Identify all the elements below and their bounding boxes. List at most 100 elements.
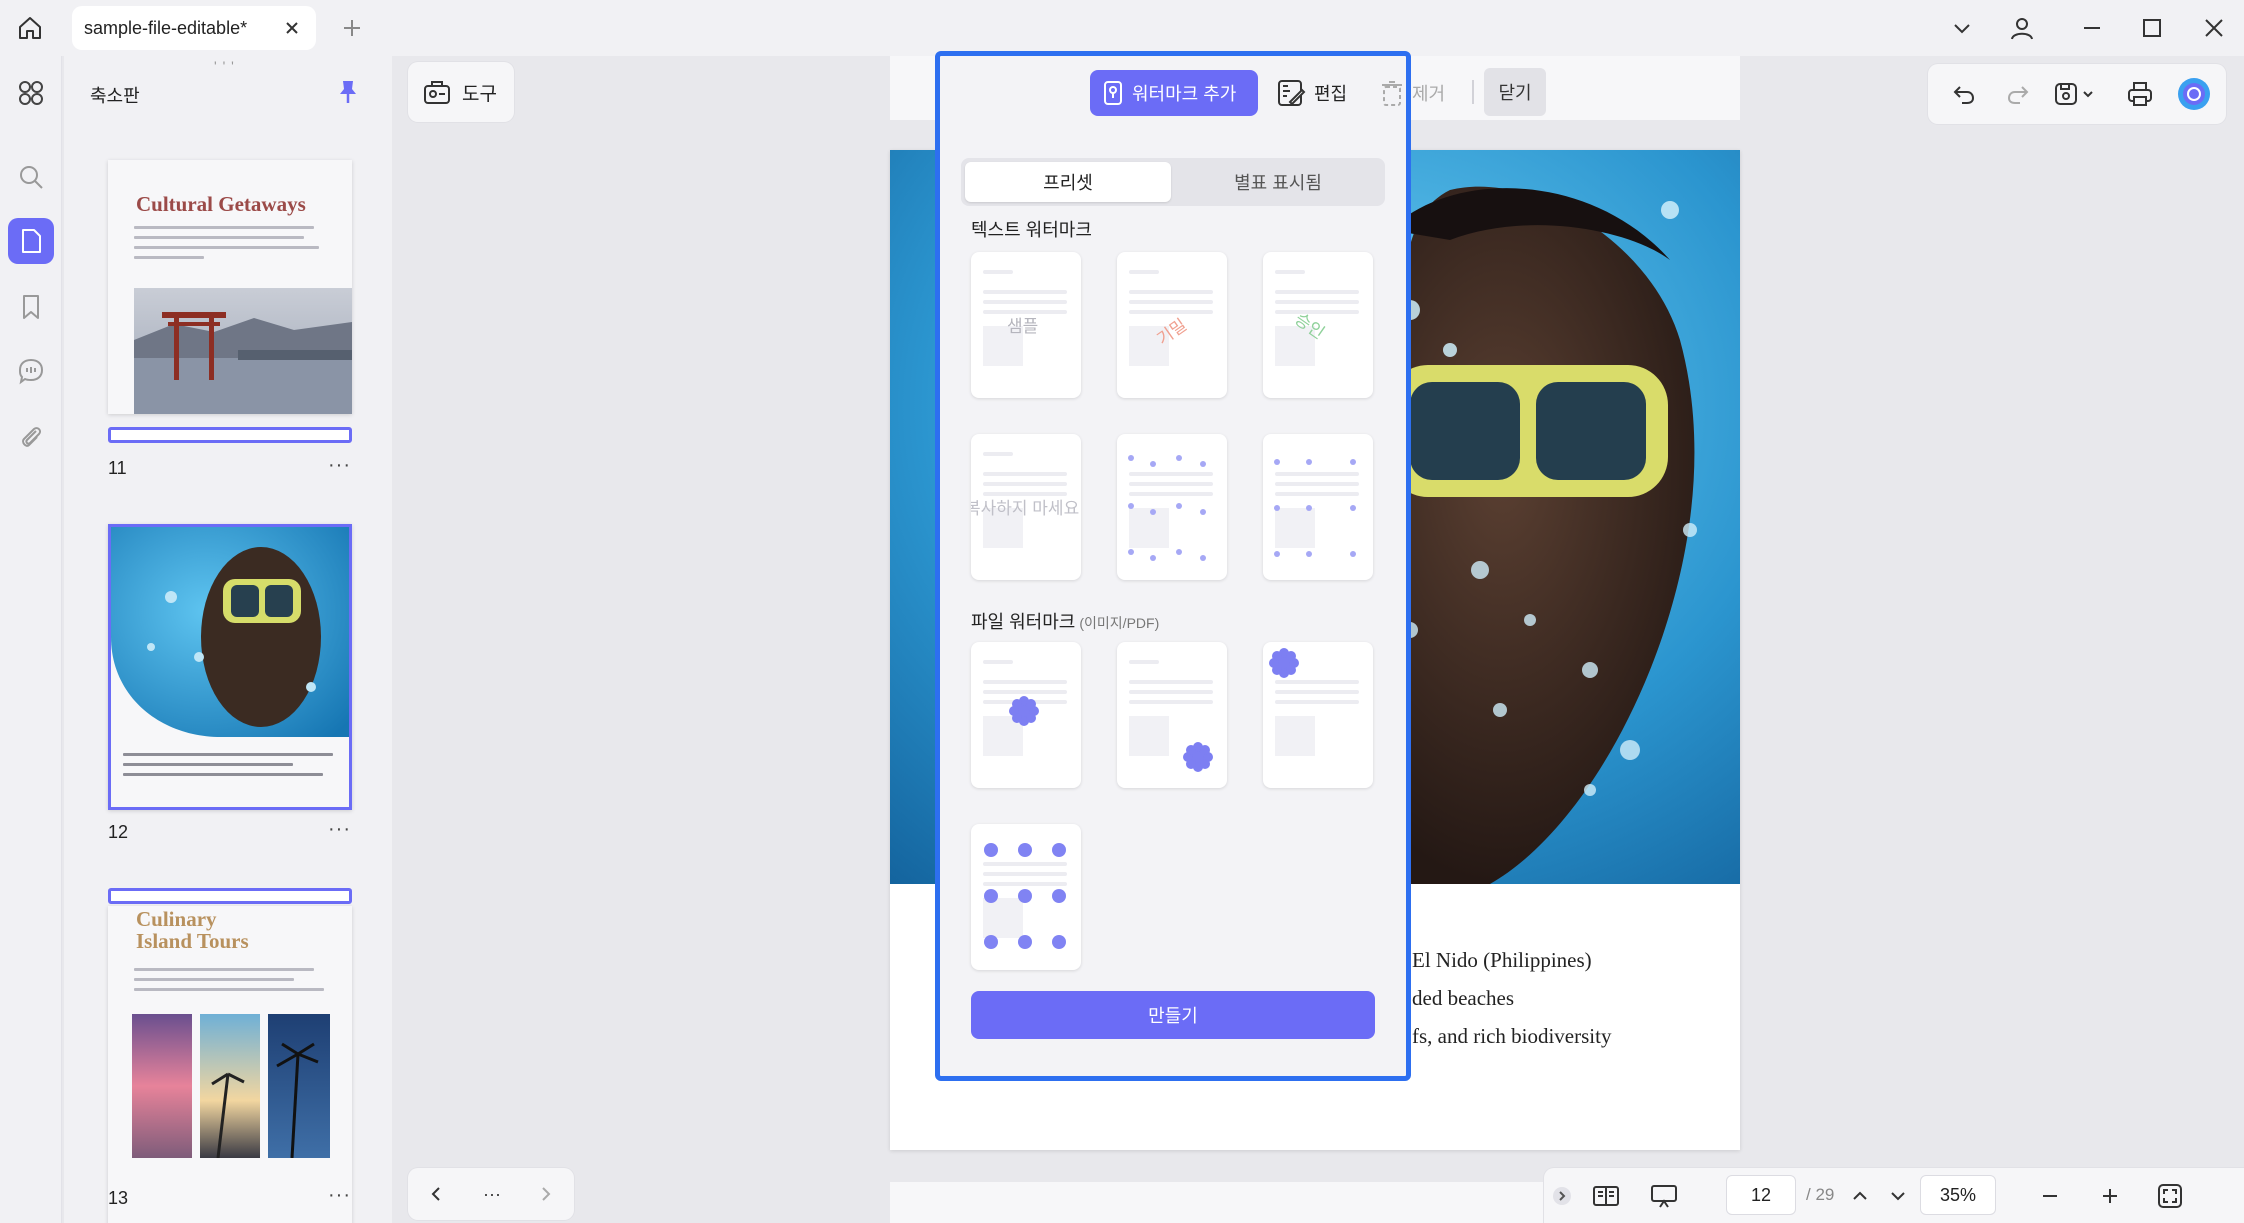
apps-button[interactable] <box>8 70 54 116</box>
preset-text-confidential[interactable]: 기밀 <box>1117 252 1227 398</box>
page-number: 13 <box>108 1188 129 1208</box>
home-button[interactable] <box>10 8 50 48</box>
page-more-button[interactable]: ··· <box>328 454 351 477</box>
zoom-in-button[interactable] <box>2090 1176 2130 1216</box>
thumbnail-page-13[interactable]: Culinary Island Tours <box>108 906 352 1223</box>
current-page-input[interactable] <box>1726 1175 1796 1215</box>
redo-icon <box>2007 86 2029 104</box>
chevron-right-circle-icon <box>1553 1187 1571 1205</box>
trash-icon <box>1382 81 1402 106</box>
zoom-out-button[interactable] <box>2030 1176 2070 1216</box>
preset-text-tiled-2[interactable] <box>1263 434 1373 580</box>
thumbnail-divider <box>108 427 352 443</box>
tab-list-button[interactable] <box>1942 8 1982 48</box>
preset-image-top-left[interactable] <box>1263 642 1373 788</box>
flower-icon <box>1183 742 1213 772</box>
next-page-button[interactable] <box>1878 1176 1918 1216</box>
tiled-pattern <box>1128 455 1206 561</box>
bookmarks-button[interactable] <box>8 284 54 330</box>
preset-image-tiled[interactable] <box>971 824 1081 970</box>
watermark-icon <box>1104 81 1122 105</box>
page-layout-button[interactable] <box>1586 1176 1626 1216</box>
next-button[interactable] <box>526 1174 566 1214</box>
search-icon <box>20 166 43 189</box>
more-button[interactable]: ··· <box>472 1174 512 1214</box>
presentation-button[interactable] <box>1644 1176 1684 1216</box>
preset-text-do-not-copy[interactable]: 복사하지 마세요 <box>971 434 1081 580</box>
comment-icon <box>18 358 44 385</box>
thumbnail-divider <box>108 888 352 904</box>
close-window-button[interactable] <box>2194 8 2234 48</box>
save-options-button[interactable] <box>2076 74 2100 114</box>
attachments-button[interactable] <box>8 414 54 460</box>
tab-presets[interactable]: 프리셋 <box>965 162 1171 202</box>
preset-text-tiled[interactable] <box>1117 434 1227 580</box>
panel-title: 축소판 <box>90 86 140 106</box>
preset-image-bottom-right[interactable] <box>1117 642 1227 788</box>
create-button[interactable]: 만들기 <box>971 991 1375 1039</box>
add-watermark-button[interactable]: 워터마크 추가 <box>1090 70 1258 116</box>
redo-button[interactable] <box>1998 74 2038 114</box>
thumbnail-heading: Cultural Getaways <box>136 192 306 216</box>
undo-button[interactable] <box>1944 74 1984 114</box>
close-icon <box>2205 19 2223 37</box>
page-number: 11 <box>108 458 127 478</box>
home-icon <box>19 17 41 39</box>
watermark-toolbar: 워터마크 추가 편집 제거 <box>940 56 1445 116</box>
tools-button[interactable]: 도구 <box>408 62 514 122</box>
chevron-left-icon <box>431 1187 440 1201</box>
user-icon <box>2011 18 2033 40</box>
watermark-tabs: 프리셋 별표 표시됨 <box>961 158 1385 206</box>
thumbnails-button[interactable] <box>8 218 54 264</box>
thumbnail-page-11[interactable]: Cultural Getaways <box>108 160 352 414</box>
print-button[interactable] <box>2120 74 2160 114</box>
collapse-statusbar-button[interactable] <box>1548 1176 1576 1216</box>
undo-icon <box>1953 86 1975 104</box>
document-text-line: ded beaches <box>1412 986 1515 1010</box>
thumbnail-panel: ' ' ' 축소판 Cultural Getaways 11 ··· 12 ··… <box>64 56 392 1223</box>
pin-panel-button[interactable] <box>332 76 364 108</box>
preset-image-center[interactable] <box>971 642 1081 788</box>
file-watermark-heading: 파일 워터마크 (이미지/PDF) <box>971 608 1159 634</box>
island-photos <box>132 1014 330 1158</box>
new-tab-button[interactable] <box>336 12 368 44</box>
fit-page-button[interactable] <box>2150 1176 2190 1216</box>
toolbox-icon <box>424 81 450 104</box>
tab-close-button[interactable] <box>278 14 306 42</box>
pin-icon <box>340 81 356 103</box>
maximize-button[interactable] <box>2132 8 2172 48</box>
ai-assistant-button[interactable] <box>2174 74 2214 114</box>
chevron-right-icon <box>542 1187 551 1201</box>
search-button[interactable] <box>8 154 54 200</box>
drag-grip[interactable]: ' ' ' <box>214 58 235 74</box>
minimize-button[interactable] <box>2072 8 2112 48</box>
page-more-button[interactable]: ··· <box>328 1184 351 1207</box>
previous-page-button[interactable] <box>1840 1176 1880 1216</box>
preset-text-approved[interactable]: 승인 <box>1263 252 1373 398</box>
previous-button[interactable] <box>416 1174 456 1214</box>
tiled-flower-pattern <box>984 843 1066 949</box>
document-text-line: fs, and rich biodiversity <box>1412 1024 1612 1048</box>
flower-icon <box>1009 696 1039 726</box>
thumbnail-page-12[interactable] <box>108 524 352 810</box>
page-icon <box>22 229 41 253</box>
plus-icon <box>344 20 360 36</box>
tab-starred[interactable]: 별표 표시됨 <box>1175 162 1381 202</box>
remove-watermark-button[interactable]: 제거 <box>1380 70 1445 116</box>
account-button[interactable] <box>2002 8 2042 48</box>
chevron-down-icon <box>1954 24 1970 34</box>
comments-button[interactable] <box>8 348 54 394</box>
edit-watermark-button[interactable]: 편집 <box>1276 70 1347 116</box>
document-tab[interactable]: sample-file-editable* <box>72 6 316 50</box>
preset-text-sample[interactable]: 샘플 <box>971 252 1081 398</box>
chevron-up-icon <box>1853 1191 1867 1200</box>
page-navigation: ··· <box>408 1168 574 1220</box>
document-text-line: El Nido (Philippines) <box>1412 948 1592 972</box>
zoom-level[interactable]: 35% <box>1920 1175 1996 1215</box>
diver-image <box>111 527 349 737</box>
tiled-pattern <box>1274 459 1356 557</box>
printer-icon <box>2128 82 2152 106</box>
close-watermark-button[interactable]: 닫기 <box>1484 68 1546 116</box>
total-pages: / 29 <box>1806 1185 1835 1204</box>
page-more-button[interactable]: ··· <box>328 818 351 841</box>
